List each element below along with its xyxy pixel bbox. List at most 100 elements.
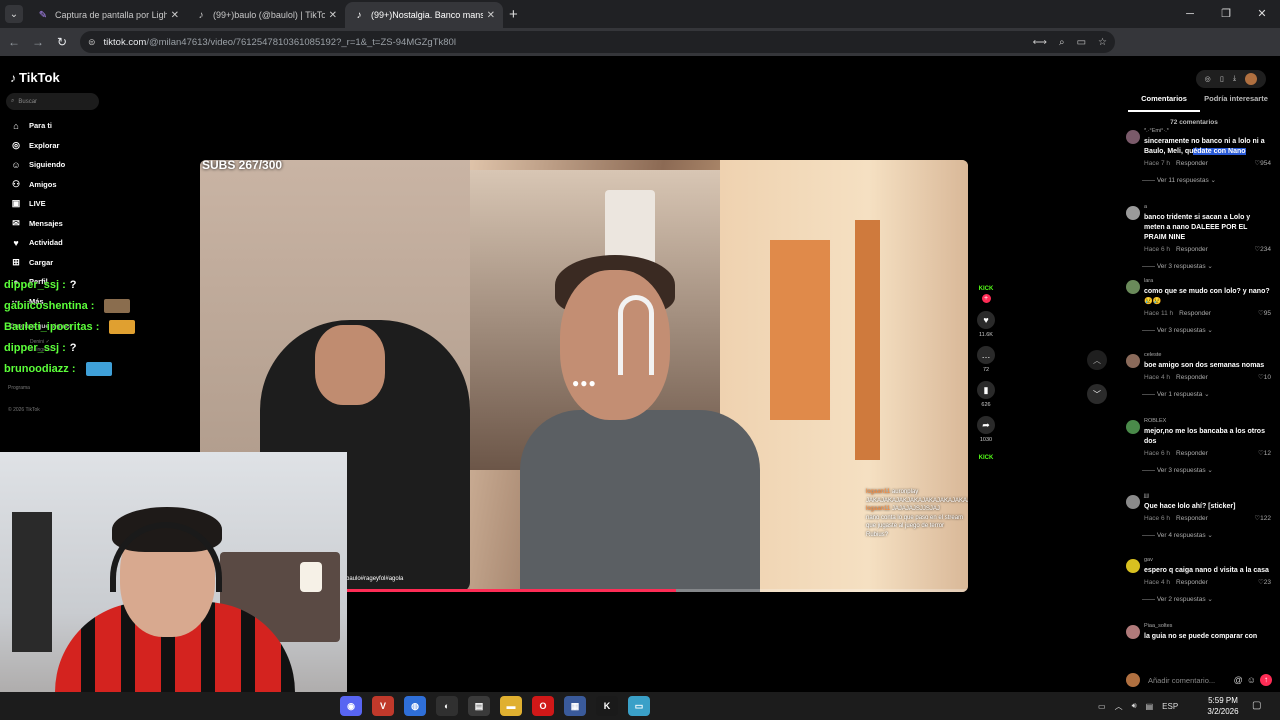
new-tab-icon[interactable]: + [509,6,518,23]
close-window-icon[interactable]: ✕ [1244,0,1280,28]
sidebar-item-live[interactable]: ▣ LIVE [10,194,65,214]
avatar[interactable] [1126,559,1140,573]
notification-icon[interactable]: ▢ [1252,700,1261,711]
tray-expand-icon[interactable]: ︿ [1115,701,1123,712]
game-app-icon[interactable]: ▤ [468,696,490,716]
reply-button[interactable]: Responder [1176,374,1208,381]
avatar[interactable] [1126,206,1140,220]
comment-username[interactable]: Piaa_soltes [1144,623,1271,632]
comment-like-button[interactable]: ♡12 [1258,449,1271,457]
avatar[interactable] [1126,495,1140,509]
search-input[interactable]: ⌕ Buscar [6,93,99,110]
kick-app-icon[interactable]: K [596,696,618,716]
voice-app-icon[interactable]: V [372,696,394,716]
folder-app-icon[interactable]: ▬ [500,696,522,716]
next-video-icon[interactable]: ﹀ [1087,384,1107,404]
cast-icon[interactable]: ▭ [1077,37,1086,48]
share-button[interactable]: ➦ 1030 [977,416,995,443]
tab-close-icon[interactable]: ✕ [329,10,337,21]
user-avatar[interactable] [1245,73,1258,85]
view-replies-button[interactable]: —— Ver 1 respuesta ⌄ [1142,390,1271,398]
sidebar-item-amigos[interactable]: ⚇ Amigos [10,175,65,195]
add-comment-input[interactable]: Añadir comentario... [1148,676,1215,685]
phone-icon[interactable]: ▯ [1220,75,1224,83]
tab-close-icon[interactable]: ✕ [171,10,179,21]
comment-like-button[interactable]: ♡122 [1254,514,1271,522]
tab-comentarios[interactable]: Comentarios [1128,94,1200,112]
send-icon[interactable]: ↑ [1260,674,1272,686]
comment-username[interactable]: gav [1144,557,1271,566]
comment-username[interactable]: lara [1144,278,1271,287]
view-replies-button[interactable]: —— Ver 11 respuestas ⌄ [1142,176,1271,184]
obs-app-icon[interactable]: ◐ [436,696,458,716]
view-replies-button[interactable]: —— Ver 3 respuestas ⌄ [1142,326,1271,334]
minimize-icon[interactable]: ─ [1172,0,1208,28]
browser-tab-2[interactable]: ♪ (99+)baulo (@baulol) | TikTok ✕ [187,2,345,28]
sidebar-item-cargar[interactable]: ⊞ Cargar [10,253,65,273]
comment-button[interactable]: … 72 [977,346,995,373]
sidebar-item-para-ti[interactable]: ⌂ Para ti [10,116,65,136]
reply-button[interactable]: Responder [1176,579,1208,586]
avatar[interactable] [1126,420,1140,434]
zoom-icon[interactable]: ⌕ [1059,37,1065,48]
comment-like-button[interactable]: ♡10 [1258,373,1271,381]
comment-username[interactable]: *.·°Emi°·.* [1144,128,1271,137]
opera-app-icon[interactable]: O [532,696,554,716]
comment-username[interactable]: ROBLEX [1144,418,1271,427]
notes-app-icon[interactable]: ▭ [628,696,650,716]
bookmark-star-icon[interactable]: ☆ [1098,37,1107,48]
tab-podria-interesarte[interactable]: Podría interesarte [1200,94,1272,112]
download-icon[interactable]: ⤓ [1233,75,1236,83]
comment-like-button[interactable]: ♡23 [1258,578,1271,586]
comment-username[interactable]: a [1144,204,1271,213]
sidebar-item-siguiendo[interactable]: ☺ Siguiendo [10,155,65,175]
avatar[interactable] [1126,130,1140,144]
tab-search-dropdown[interactable]: ⌄ [5,5,23,23]
tiktok-logo[interactable]: ♪ TikTok [10,70,60,85]
browser-tab-1[interactable]: ✎ Captura de pantalla por Lightsh ✕ [29,2,187,28]
reply-button[interactable]: Responder [1176,246,1208,253]
comment-like-button[interactable]: ♡954 [1254,159,1271,167]
discord-app-icon[interactable]: ◉ [340,696,362,716]
sidebar-item-explorar[interactable]: ◎ Explorar [10,136,65,156]
mention-icon[interactable]: @ [1234,675,1243,685]
comment-username[interactable]: celeste [1144,352,1271,361]
reload-icon[interactable]: ↻ [50,35,74,49]
taskbar-clock[interactable]: 5:59 PM 3/2/2026 [1200,695,1246,717]
like-button[interactable]: ♥ 11.6K [977,311,995,338]
forward-icon[interactable]: → [26,35,50,49]
language-indicator[interactable]: ESP [1162,702,1178,711]
tab-close-icon[interactable]: ✕ [487,10,495,21]
tray-app-icon[interactable]: ▭ [1098,702,1106,711]
compass-small-icon[interactable]: ◎ [1205,75,1211,83]
emoji-icon[interactable]: ☺ [1247,675,1256,685]
view-replies-button[interactable]: —— Ver 2 respuestas ⌄ [1142,595,1271,603]
save-button[interactable]: ▮ 626 [977,381,995,408]
reply-button[interactable]: Responder [1179,310,1211,317]
avatar[interactable] [1126,625,1140,639]
view-replies-button[interactable]: —— Ver 4 respuestas ⌄ [1142,531,1271,539]
avatar[interactable] [1126,354,1140,368]
comment-like-button[interactable]: ♡234 [1254,245,1271,253]
comment-username[interactable]: jjjj [1144,493,1271,502]
settings-app-icon[interactable]: ▦ [564,696,586,716]
site-info-icon[interactable]: ⊜ [88,37,96,48]
sidebar-item-actividad[interactable]: ♥ Actividad [10,233,65,253]
view-replies-button[interactable]: —— Ver 3 respuestas ⌄ [1142,466,1271,474]
back-icon[interactable]: ← [2,35,26,49]
reply-button[interactable]: Responder [1176,160,1208,167]
avatar[interactable] [1126,280,1140,294]
follow-plus-icon[interactable]: + [981,294,991,303]
chrome-app-icon[interactable]: ◍ [404,696,426,716]
url-bar[interactable]: ⊜ tiktok.com /@milan47613/video/76125478… [80,31,1115,53]
comment-like-button[interactable]: ♡95 [1258,309,1271,317]
restore-icon[interactable]: ❐ [1208,0,1244,28]
volume-icon[interactable]: 🔊︎ [1132,701,1137,711]
reply-button[interactable]: Responder [1176,450,1208,457]
reply-button[interactable]: Responder [1176,515,1208,522]
view-replies-button[interactable]: —— Ver 3 respuestas ⌄ [1142,262,1271,270]
translate-icon[interactable]: ⟷ [1033,37,1047,48]
sidebar-item-mensajes[interactable]: ✉ Mensajes [10,214,65,234]
network-icon[interactable]: ▤ [1146,702,1154,711]
previous-video-icon[interactable]: ︿ [1087,350,1107,370]
